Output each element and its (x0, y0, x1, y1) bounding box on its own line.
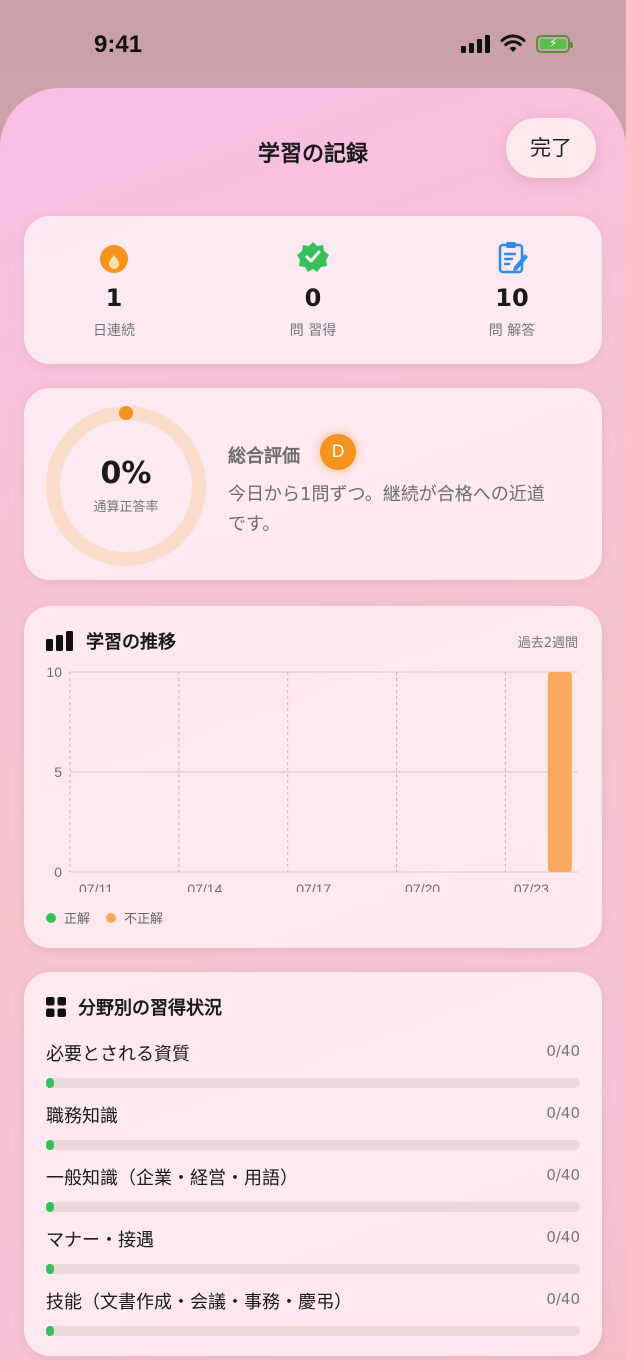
x-tick-label: 07/14 (187, 881, 222, 892)
stat-value: 1 (105, 284, 123, 312)
stat-label: 日連続 (93, 323, 135, 339)
cellular-signal-icon (461, 35, 490, 53)
progress-track (46, 1326, 580, 1336)
bar-chart-icon (46, 631, 73, 651)
grid-icon (46, 997, 66, 1017)
card-header: 分野別の習得状況 (46, 994, 222, 1020)
legend-dot (46, 912, 56, 923)
progress-track (46, 1202, 580, 1212)
progress-row: 職務知識 0/40 (46, 1102, 580, 1150)
y-tick-label: 5 (54, 764, 62, 780)
progress-count: 0/40 (546, 1290, 580, 1308)
progress-fill (46, 1326, 54, 1336)
stat-value: 0 (304, 284, 322, 312)
progress-card-title: 分野別の習得状況 (78, 998, 222, 1019)
learning-trend-card: 学習の推移 過去2週間 0 5 10 07/11 07/14 07/17 07/20 07/2… (24, 606, 602, 948)
progress-label: 職務知識 (46, 1106, 118, 1127)
stat-mastered: 0 問 習得 (223, 216, 403, 340)
wifi-icon (500, 34, 526, 52)
x-tick-label: 07/20 (405, 881, 440, 892)
card-header: 学習の推移 (46, 628, 176, 654)
progress-fill (46, 1264, 54, 1274)
verified-badge-icon (297, 242, 329, 272)
legend-label: 不正解 (124, 912, 164, 927)
progress-count: 0/40 (546, 1042, 580, 1060)
category-progress-card: 分野別の習得状況 必要とされる資質 0/40 職務知識 0/40 一般知識（企業… (24, 972, 602, 1356)
evaluation-title: 総合評価 (228, 446, 300, 467)
flame-icon (100, 244, 128, 273)
stat-label: 問 習得 (289, 323, 337, 339)
progress-label: 技能（文書作成・会議・事務・慶弔） (46, 1292, 352, 1313)
y-tick-label: 10 (46, 664, 62, 680)
y-tick-label: 0 (54, 864, 62, 880)
accuracy-ring-indicator (119, 406, 133, 420)
status-bar: 9:41 ⚡ (0, 0, 626, 92)
history-sheet: 学習の記録 完了 1 日連続 0 問 習得 10 問 解答 0% 通算正答率 総… (0, 88, 626, 1360)
progress-label: 一般知識（企業・経営・用語） (46, 1168, 298, 1189)
stat-label: 問 解答 (488, 323, 536, 339)
progress-label: 必要とされる資質 (46, 1044, 190, 1065)
chart-range-label: 過去2週間 (517, 636, 578, 651)
grade-badge: D (320, 434, 356, 470)
clipboard-edit-icon (498, 242, 528, 274)
progress-row: 必要とされる資質 0/40 (46, 1040, 580, 1088)
chart-legend: 正解 不正解 (46, 908, 163, 927)
legend-item-correct: 正解 (46, 908, 90, 927)
accuracy-label: 通算正答率 (93, 500, 159, 515)
progress-fill (46, 1140, 54, 1150)
bar-incorrect (547, 672, 572, 872)
chart-card-title: 学習の推移 (86, 632, 176, 653)
accuracy-percent: 0% (100, 456, 152, 491)
overall-score-card: 0% 通算正答率 総合評価 D 今日から1問ずつ。継続が合格への近道です。 (24, 388, 602, 580)
progress-track (46, 1264, 580, 1274)
status-time: 9:41 (94, 31, 143, 58)
stats-card: 1 日連続 0 問 習得 10 問 解答 (24, 216, 602, 364)
progress-row: 一般知識（企業・経営・用語） 0/40 (46, 1164, 580, 1212)
progress-count: 0/40 (546, 1166, 580, 1184)
legend-dot (106, 912, 117, 923)
stat-streak: 1 日連続 (24, 216, 204, 340)
progress-label: マナー・接遇 (46, 1230, 154, 1251)
status-icons: ⚡ (461, 34, 573, 54)
learning-trend-chart: 0 5 10 07/11 07/14 07/17 07/20 07/23 (46, 664, 578, 892)
stat-answered: 10 問 解答 (422, 216, 602, 340)
progress-track (46, 1140, 580, 1150)
x-tick-label: 07/23 (514, 881, 549, 892)
x-tick-label: 07/17 (296, 881, 331, 892)
x-tick-label: 07/11 (79, 881, 113, 892)
progress-fill (46, 1078, 54, 1088)
evaluation-message: 今日から1問ずつ。継続が合格への近道です。 (228, 484, 545, 535)
progress-fill (46, 1202, 54, 1212)
progress-row: 技能（文書作成・会議・事務・慶弔） 0/40 (46, 1288, 580, 1336)
stat-value: 10 (495, 284, 529, 312)
progress-row: マナー・接遇 0/40 (46, 1226, 580, 1274)
progress-count: 0/40 (546, 1228, 580, 1246)
done-button[interactable]: 完了 (506, 118, 596, 178)
progress-track (46, 1078, 580, 1088)
battery-charging-icon: ⚡ (536, 35, 573, 53)
progress-count: 0/40 (546, 1104, 580, 1122)
legend-label: 正解 (64, 912, 91, 927)
legend-item-incorrect: 不正解 (106, 908, 163, 927)
